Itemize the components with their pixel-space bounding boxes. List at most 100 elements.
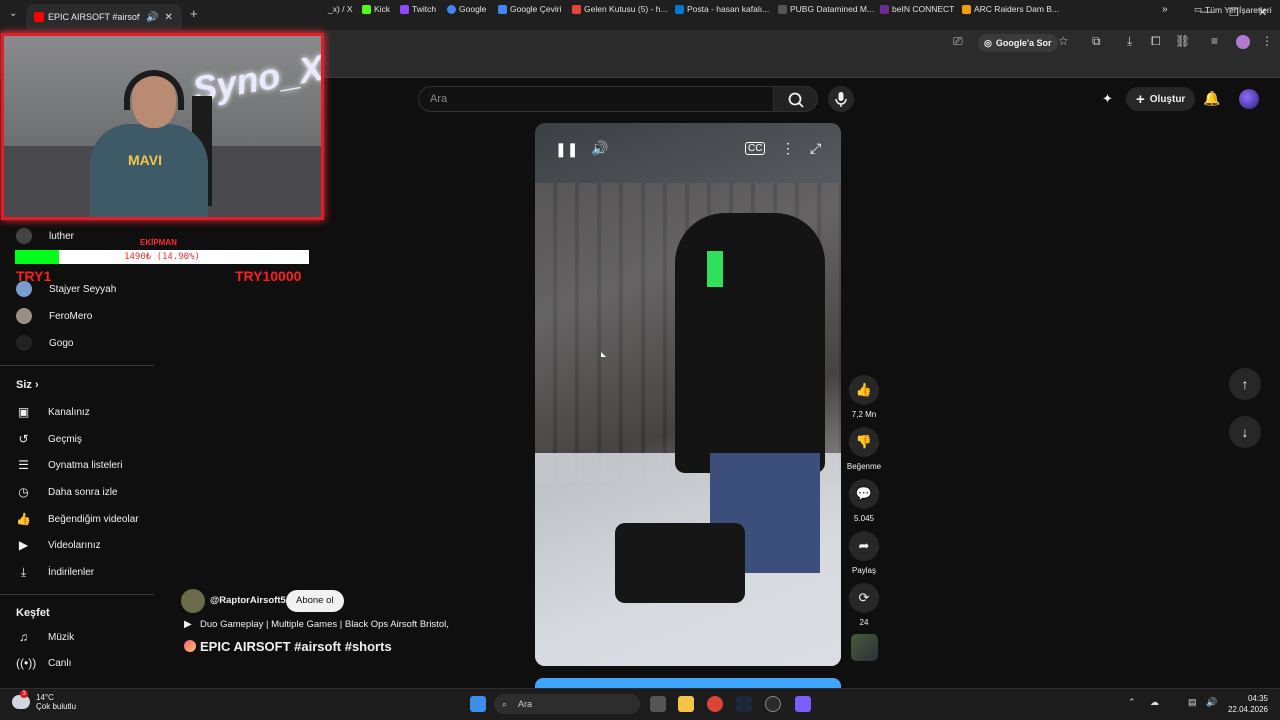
- bookmark-google[interactable]: Google: [447, 4, 486, 14]
- comments-button[interactable]: 💬: [849, 479, 879, 509]
- bookmark-pubg[interactable]: PUBG Datamined M...: [778, 4, 874, 14]
- dislike-button[interactable]: 👎: [849, 427, 879, 457]
- search-button[interactable]: [774, 86, 818, 112]
- onedrive-icon[interactable]: ☁: [1150, 697, 1159, 708]
- bookmarks-overflow-icon[interactable]: »: [1162, 4, 1168, 15]
- bookmark-outlook[interactable]: Posta - hasan kafalı...: [675, 4, 769, 14]
- translate-icon[interactable]: ⧠: [1151, 34, 1161, 49]
- link-icon[interactable]: ⛓: [1175, 34, 1190, 48]
- donation-min-label: TRY1: [16, 268, 52, 284]
- bookmark-arc-raiders[interactable]: ARC Raiders Dam B...: [962, 4, 1059, 14]
- search-input[interactable]: Ara: [418, 86, 774, 112]
- bookmark-gmail[interactable]: Gelen Kutusu (5) - h...: [572, 4, 668, 14]
- new-tab-icon[interactable]: +: [190, 6, 198, 21]
- bookmark-bein[interactable]: beIN CONNECT: [880, 4, 954, 14]
- channel-avatar: [16, 228, 32, 244]
- volume-icon[interactable]: 🔊: [591, 140, 608, 157]
- sidebar-sub-luther[interactable]: luther: [16, 228, 74, 244]
- video-airsoft-gun: [615, 523, 745, 603]
- like-button[interactable]: 👍: [849, 375, 879, 405]
- like-count: 7,2 Mn: [851, 410, 877, 419]
- google-ask-label: Google'a Sor: [995, 38, 1052, 48]
- shorts-video-player[interactable]: ❚❚ 🔊 CC ⋮ ⤢: [535, 123, 841, 666]
- tab-search-icon[interactable]: ⌄: [9, 8, 17, 19]
- video-icon: ▶: [18, 538, 29, 552]
- speaker-icon[interactable]: 🔊: [146, 12, 158, 23]
- bookmark-x[interactable]: _x) / X: [328, 4, 353, 14]
- media-icon[interactable]: ≡: [1211, 34, 1218, 48]
- remix-button[interactable]: ⟳: [849, 583, 879, 613]
- browser-tab-active[interactable]: EPIC AIRSOFT #airsoft # 🔊 ✕: [26, 4, 182, 30]
- sidebar-item-watch-later[interactable]: ◷ Daha sonra izle: [16, 485, 117, 500]
- sidebar-item-playlists[interactable]: ☰ Oynatma listeleri: [16, 458, 122, 473]
- weather-widget[interactable]: 3 14°C Çok bulutlu: [12, 690, 76, 711]
- tray-overflow-icon[interactable]: ⌃: [1128, 697, 1136, 708]
- windows-start-icon[interactable]: [470, 696, 486, 712]
- captions-icon[interactable]: CC: [745, 142, 766, 155]
- channel-avatar[interactable]: [181, 589, 205, 613]
- donation-max-label: TRY10000: [235, 268, 302, 284]
- sidebar-item-your-videos[interactable]: ▶ Videolarınız: [16, 538, 101, 553]
- sidebar-sub-feromero[interactable]: FeroMero: [16, 308, 92, 324]
- notifications-bell-icon[interactable]: 🔔: [1203, 90, 1220, 107]
- thumbs-up-icon: 👍: [855, 382, 873, 397]
- pause-icon[interactable]: ❚❚: [555, 141, 578, 158]
- fullscreen-icon[interactable]: ⤢: [810, 140, 821, 157]
- tab-close-icon[interactable]: ✕: [164, 12, 172, 23]
- ai-sparkle-icon[interactable]: ✦: [1102, 91, 1113, 107]
- tab-title: EPIC AIRSOFT #airsoft #: [48, 12, 140, 22]
- menu-dots-icon[interactable]: ⋮: [1261, 34, 1273, 48]
- sidebar-item-downloads[interactable]: ⤓ İndirilenler: [16, 565, 94, 580]
- extensions-icon[interactable]: ⧉: [1092, 34, 1101, 49]
- star-icon[interactable]: ☆: [1058, 34, 1069, 48]
- remix-icon: ⟳: [858, 590, 870, 605]
- google-ask-button[interactable]: ◎ Google'a Sor: [978, 34, 1058, 52]
- gmail-icon: [572, 4, 581, 14]
- taskbar-clock[interactable]: 04:35 22.04.2026: [1224, 693, 1268, 715]
- steam-icon[interactable]: [736, 696, 752, 712]
- user-avatar[interactable]: [1239, 89, 1259, 109]
- twitch-icon: [400, 4, 409, 14]
- subscribe-button[interactable]: Abone ol: [286, 590, 344, 612]
- profile-avatar[interactable]: [1236, 35, 1250, 49]
- next-short-button[interactable]: ↓: [1229, 416, 1261, 448]
- sidebar-you-header[interactable]: Siz ›: [16, 379, 39, 391]
- previous-short-button[interactable]: ↑: [1229, 368, 1261, 400]
- sidebar-item-history[interactable]: ↺ Geçmiş: [16, 432, 81, 447]
- mic-icon: [835, 92, 847, 107]
- sound-thumbnail[interactable]: [851, 634, 878, 661]
- bookmark-google-translate[interactable]: Google Çeviri: [498, 4, 562, 14]
- taskbar-search[interactable]: ⌕ Ara: [494, 694, 640, 714]
- create-button[interactable]: + Oluştur: [1126, 87, 1196, 111]
- cast-icon[interactable]: ⎚: [953, 34, 963, 49]
- voice-search-button[interactable]: [828, 86, 854, 112]
- playlist-icon: ☰: [18, 458, 29, 472]
- sidebar-item-your-channel[interactable]: ▣ Kanalınız: [16, 405, 90, 420]
- shirt-logo: MAVI: [128, 152, 162, 168]
- bookmark-twitch[interactable]: Twitch: [400, 4, 436, 14]
- next-short-preview[interactable]: [535, 678, 841, 688]
- volume-tray-icon[interactable]: 🔊: [1206, 697, 1217, 708]
- pubg-icon: [778, 4, 787, 14]
- short-description[interactable]: Duo Gameplay | Multiple Games | Black Op…: [200, 619, 449, 630]
- chrome-icon[interactable]: [707, 696, 723, 712]
- share-button[interactable]: ➦: [849, 531, 879, 561]
- title-emoji-icon: [184, 640, 196, 652]
- obs-icon[interactable]: [765, 696, 781, 712]
- all-bookmarks[interactable]: ▭ Tüm Yer İşaretleri: [1194, 4, 1272, 15]
- youtube-favicon-icon: [34, 12, 44, 22]
- task-view-icon[interactable]: [650, 696, 666, 712]
- channel-name[interactable]: @RaptorAirsoft5: [210, 595, 286, 606]
- sidebar-sub-gogo[interactable]: Gogo: [16, 335, 73, 351]
- sidebar-item-live[interactable]: ((•)) Canlı: [16, 656, 71, 671]
- short-title: EPIC AIRSOFT #airsoft #shorts: [200, 639, 392, 654]
- music-icon: ♫: [19, 630, 28, 644]
- sidebar-item-music[interactable]: ♫ Müzik: [16, 630, 74, 645]
- network-icon[interactable]: ▤: [1188, 697, 1197, 708]
- file-explorer-icon[interactable]: [678, 696, 694, 712]
- app-icon[interactable]: [795, 696, 811, 712]
- download-icon[interactable]: ⤓: [1127, 34, 1132, 49]
- sidebar-item-liked-videos[interactable]: 👍 Beğendiğim videolar: [16, 512, 139, 527]
- bookmark-kick[interactable]: Kick: [362, 4, 390, 14]
- more-options-icon[interactable]: ⋮: [781, 140, 795, 157]
